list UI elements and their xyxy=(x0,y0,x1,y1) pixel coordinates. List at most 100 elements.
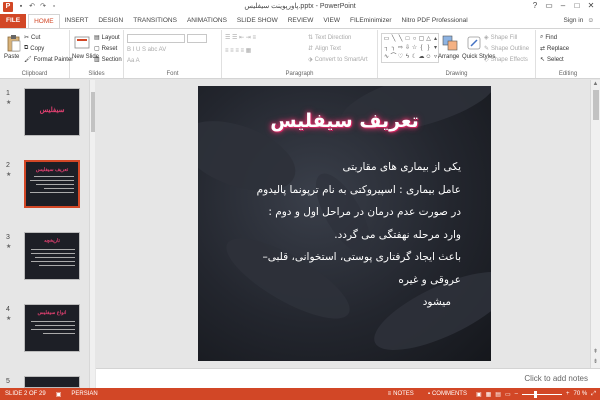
fit-slide-icon[interactable]: ⤢ xyxy=(591,391,596,398)
elbow-shape-icon[interactable]: ╮ xyxy=(390,44,397,53)
help-button[interactable]: ? xyxy=(528,0,542,12)
slide-thumbnail[interactable]: تاریخچه xyxy=(24,232,80,280)
tab-slide-show[interactable]: SLIDE SHOW xyxy=(232,14,283,28)
smiley-icon[interactable]: ☺ xyxy=(587,14,594,28)
spellcheck-status[interactable]: ▣ xyxy=(51,391,67,398)
slide-scroll-thumb[interactable] xyxy=(593,90,599,120)
paste-icon[interactable] xyxy=(6,34,22,52)
tab-design[interactable]: DESIGN xyxy=(93,14,128,28)
arc-shape-icon[interactable]: ⌒ xyxy=(390,53,397,62)
zoom-out-icon[interactable]: – xyxy=(515,391,518,397)
normal-view-icon[interactable]: ▣ xyxy=(476,391,482,398)
reset-button[interactable]: ▢ Reset xyxy=(94,45,117,53)
font-family-select[interactable] xyxy=(127,34,185,43)
arrange-button[interactable]: Arrange xyxy=(438,54,459,60)
font-color-buttons[interactable]: Aa A xyxy=(127,58,140,64)
oval-shape-icon[interactable]: ○ xyxy=(411,35,418,44)
thumbnails-scrollbar[interactable] xyxy=(89,80,95,388)
shape-outline-button[interactable]: ✎ Shape Outline xyxy=(484,45,529,53)
scroll-up-icon[interactable]: ▲ xyxy=(591,81,600,87)
list-buttons[interactable]: ☰ ☰ ⇤ ⇥ ≡ xyxy=(225,34,256,41)
brace2-shape-icon[interactable]: } xyxy=(425,44,432,53)
shape-effects-button[interactable]: ◇ Shape Effects xyxy=(484,56,528,64)
tab-view[interactable]: VIEW xyxy=(318,14,345,28)
slide-sorter-icon[interactable]: ▦ xyxy=(486,391,492,398)
replace-button[interactable]: ⇄ Replace xyxy=(540,45,569,53)
curve-shape-icon[interactable]: ∿ xyxy=(383,53,390,62)
slide-vertical-scrollbar[interactable]: ▲ ⇞ ⇟ xyxy=(590,80,600,368)
previous-slide-icon[interactable]: ⇞ xyxy=(591,348,600,355)
cloud-shape-icon[interactable]: ☁ xyxy=(418,53,425,62)
tab-home[interactable]: HOME xyxy=(28,14,60,28)
slide-title[interactable]: تعریف سیفلیس xyxy=(198,110,491,132)
quick-styles-icon[interactable] xyxy=(466,34,482,52)
tab-fileminimizer[interactable]: FILEminimizer xyxy=(345,14,397,28)
comments-toggle[interactable]: ▪ COMMENTS xyxy=(423,391,472,397)
line2-shape-icon[interactable]: ╲ xyxy=(397,35,404,44)
lightning-shape-icon[interactable]: ϟ xyxy=(404,53,411,62)
current-slide[interactable]: تعریف سیفلیس یکی از بیماری های مقاربتی ع… xyxy=(198,86,491,361)
find-button[interactable]: ⌕ Find xyxy=(540,34,557,41)
shape-fill-button[interactable]: ◈ Shape Fill xyxy=(484,34,517,42)
textbox-shape-icon[interactable]: ▭ xyxy=(383,35,390,44)
copy-button[interactable]: ⧉ Copy xyxy=(24,45,44,52)
notes-placeholder[interactable]: Click to add notes xyxy=(524,374,588,383)
next-slide-icon[interactable]: ⇟ xyxy=(591,358,600,365)
tab-file[interactable]: FILE xyxy=(0,14,27,28)
convert-smartart-button[interactable]: ⬗ Convert to SmartArt xyxy=(308,56,368,64)
brace-shape-icon[interactable]: { xyxy=(418,44,425,53)
language-status[interactable]: PERSIAN xyxy=(66,391,102,397)
zoom-slider[interactable] xyxy=(521,390,562,398)
tab-nitro-pdf[interactable]: Nitro PDF Professional xyxy=(397,14,473,28)
heart-shape-icon[interactable]: ♡ xyxy=(397,53,404,62)
cut-button[interactable]: ✂ Cut xyxy=(24,34,40,42)
zoom-level[interactable]: 70 % xyxy=(574,391,588,397)
format-painter-button[interactable]: 🖌 Format Painter xyxy=(24,56,73,64)
notes-pane[interactable]: Click to add notes xyxy=(96,368,600,388)
slide-thumbnail-selected[interactable]: تعریف سیفلیس xyxy=(24,160,80,208)
section-button[interactable]: ▥ Section xyxy=(94,56,122,64)
more-shapes-icon[interactable]: ▴ xyxy=(432,35,439,44)
text-direction-button[interactable]: ⇅ Text Direction xyxy=(308,34,351,42)
font-size-select[interactable] xyxy=(187,34,207,43)
maximize-button[interactable]: □ xyxy=(570,0,584,12)
tab-insert[interactable]: INSERT xyxy=(60,14,94,28)
sign-in[interactable]: Sign in ☺ xyxy=(563,14,600,28)
font-style-buttons[interactable]: B I U S abc AV xyxy=(127,47,166,53)
new-slide-icon[interactable] xyxy=(74,34,90,52)
ribbon-display-button[interactable]: ▭ xyxy=(542,0,556,12)
arrow-down-shape-icon[interactable]: ⇩ xyxy=(404,44,411,53)
arrow-right-shape-icon[interactable]: ⇨ xyxy=(397,44,404,53)
star-shape-icon[interactable]: ☆ xyxy=(411,44,418,53)
thumbnails-scroll-thumb[interactable] xyxy=(91,92,95,132)
tab-transitions[interactable]: TRANSITIONS xyxy=(128,14,182,28)
rect-shape-icon[interactable]: □ xyxy=(404,35,411,44)
rrect-shape-icon[interactable]: ▢ xyxy=(418,35,425,44)
layout-button[interactable]: ▤ Layout xyxy=(94,34,120,42)
close-button[interactable]: ✕ xyxy=(584,0,598,12)
slide-thumbnail[interactable] xyxy=(24,376,80,388)
shapes-gallery[interactable]: ▭ ╲ ╲ □ ○ ▢ △ ▴ ┐ ╮ ⇨ ⇩ ☆{} ▾ ∿ ⌒ ♡ ϟ ☾ ☁ ☺ ▿ xyxy=(381,33,439,63)
zoom-slider-thumb[interactable] xyxy=(534,390,538,398)
scroll-shapes-icon[interactable]: ▾ xyxy=(432,44,439,53)
zoom-in-icon[interactable]: + xyxy=(566,391,570,397)
select-button[interactable]: ↖ Select xyxy=(540,56,564,64)
smile-shape-icon[interactable]: ☺ xyxy=(425,53,432,62)
reading-view-icon[interactable]: ▤ xyxy=(495,391,501,398)
corner-shape-icon[interactable]: ┐ xyxy=(383,44,390,53)
slide-thumbnail[interactable]: سیفلیس xyxy=(24,88,80,136)
line-shape-icon[interactable]: ╲ xyxy=(390,35,397,44)
slideshow-view-icon[interactable]: ▭ xyxy=(505,391,511,398)
triangle-shape-icon[interactable]: △ xyxy=(425,35,432,44)
tab-review[interactable]: REVIEW xyxy=(283,14,319,28)
tab-animations[interactable]: ANIMATIONS xyxy=(182,14,232,28)
sign-in-link[interactable]: Sign in xyxy=(563,14,583,28)
align-buttons[interactable]: ≡ ≡ ≡ ≡ ▦ xyxy=(225,47,251,54)
slide-thumbnail[interactable]: انواع سیفلیس xyxy=(24,304,80,352)
arrange-icon[interactable] xyxy=(442,34,458,52)
minimize-button[interactable]: – xyxy=(556,0,570,12)
align-text-button[interactable]: ⇵ Align Text xyxy=(308,45,341,53)
paste-button[interactable]: Paste xyxy=(4,54,19,60)
notes-toggle[interactable]: ≡ NOTES xyxy=(383,391,419,397)
moon-shape-icon[interactable]: ☾ xyxy=(411,53,418,62)
